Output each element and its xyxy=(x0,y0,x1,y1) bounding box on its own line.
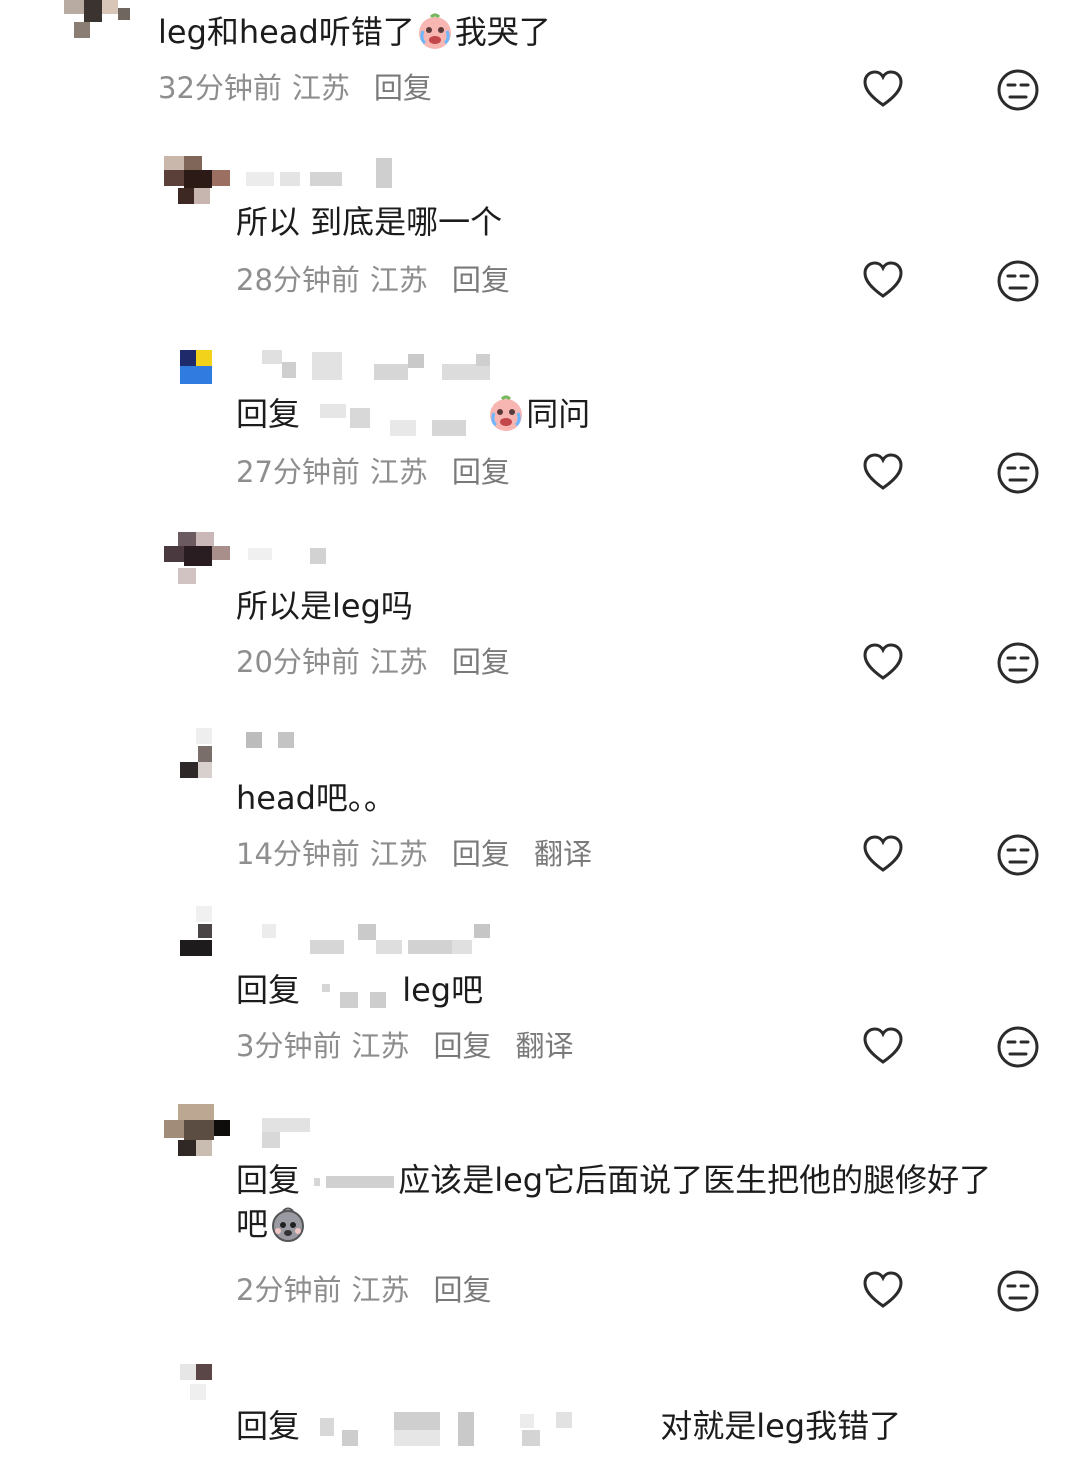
location: 江苏 xyxy=(351,1273,410,1307)
username-redacted xyxy=(236,158,416,192)
reply-button[interactable]: 回复 xyxy=(452,263,510,297)
reply-button[interactable]: 回复 xyxy=(433,1029,491,1063)
location: 江苏 xyxy=(369,263,428,297)
location: 江苏 xyxy=(369,645,428,679)
translate-button[interactable]: 翻译 xyxy=(515,1029,573,1063)
username-redacted xyxy=(244,728,304,762)
reply-button[interactable]: 回复 xyxy=(374,71,432,105)
neutral-face-icon[interactable] xyxy=(996,1025,1040,1069)
neutral-face-icon[interactable] xyxy=(996,641,1040,685)
heart-outline-icon[interactable] xyxy=(861,259,905,303)
timestamp: 14分钟前 xyxy=(236,837,360,871)
neutral-face-icon[interactable] xyxy=(996,259,1040,303)
comment-meta: 28分钟前 江苏 回复 xyxy=(236,260,534,300)
username-redacted xyxy=(256,350,496,384)
comment-text: leg和head听错了 我哭了 xyxy=(158,13,551,51)
comment-meta: 32分钟前 江苏 回复 xyxy=(158,68,456,108)
heart-outline-icon[interactable] xyxy=(861,68,905,112)
heart-outline-icon[interactable] xyxy=(861,833,905,877)
avatar[interactable] xyxy=(180,350,214,386)
reply-button[interactable]: 回复 xyxy=(452,455,510,489)
heart-outline-icon[interactable] xyxy=(861,451,905,495)
comment-text: head吧。。 xyxy=(236,779,396,817)
comment-meta: 14分钟前 江苏 回复 翻译 xyxy=(236,834,616,874)
comment-meta: 3分钟前 江苏 回复 翻译 xyxy=(236,1026,598,1066)
reply-button[interactable]: 回复 xyxy=(452,645,510,679)
heart-outline-icon[interactable] xyxy=(861,1025,905,1069)
avatar[interactable] xyxy=(164,156,230,210)
timestamp: 32分钟前 xyxy=(158,71,282,105)
timestamp: 27分钟前 xyxy=(236,455,360,489)
comment-meta: 2分钟前 江苏 回复 xyxy=(236,1270,515,1310)
mentioned-user-redacted xyxy=(310,980,402,1008)
timestamp: 28分钟前 xyxy=(236,263,360,297)
neutral-face-icon[interactable] xyxy=(996,833,1040,877)
comment-text: 回复 对就是leg我错了 xyxy=(236,1407,902,1446)
avatar[interactable] xyxy=(180,906,214,958)
location: 江苏 xyxy=(369,837,428,871)
reply-button[interactable]: 回复 xyxy=(452,837,510,871)
location: 江苏 xyxy=(369,455,428,489)
username-redacted xyxy=(256,922,496,956)
username-redacted xyxy=(256,1118,316,1152)
reply-prefix: 回复 xyxy=(236,1161,301,1199)
username-redacted xyxy=(236,542,336,576)
timestamp: 2分钟前 xyxy=(236,1273,342,1307)
avatar[interactable] xyxy=(180,728,214,780)
comment-text: 所以是leg吗 xyxy=(236,587,413,625)
reply-prefix: 回复 xyxy=(236,1407,301,1445)
comment-meta: 27分钟前 江苏 回复 xyxy=(236,452,534,492)
heart-outline-icon[interactable] xyxy=(861,1269,905,1313)
mentioned-user-redacted xyxy=(310,1412,660,1446)
comment-text: 回复 同问 xyxy=(236,392,590,436)
avatar[interactable] xyxy=(64,0,130,40)
location: 江苏 xyxy=(351,1029,410,1063)
avatar[interactable] xyxy=(180,1364,214,1414)
neutral-face-icon[interactable] xyxy=(996,451,1040,495)
reply-prefix: 回复 xyxy=(236,395,301,433)
mentioned-user-redacted xyxy=(310,404,486,436)
timestamp: 3分钟前 xyxy=(236,1029,342,1063)
blushing-shy-emoji-icon xyxy=(272,1207,305,1242)
timestamp: 20分钟前 xyxy=(236,645,360,679)
location: 江苏 xyxy=(291,71,350,105)
heart-outline-icon[interactable] xyxy=(861,641,905,685)
comment-meta: 20分钟前 江苏 回复 xyxy=(236,642,534,682)
avatar[interactable] xyxy=(164,532,230,586)
neutral-face-icon[interactable] xyxy=(996,1269,1040,1313)
comment-text: 所以 到底是哪一个 xyxy=(236,203,503,241)
translate-button[interactable]: 翻译 xyxy=(534,837,592,871)
reply-button[interactable]: 回复 xyxy=(433,1273,491,1307)
avatar[interactable] xyxy=(164,1104,230,1158)
crying-emoji-icon xyxy=(418,13,451,49)
comment-text: 回复 leg吧 xyxy=(236,971,484,1009)
mentioned-user-redacted xyxy=(310,1170,398,1194)
neutral-face-icon[interactable] xyxy=(996,68,1040,112)
comment-text: 回复 应该是leg它后面说了医生把他的腿修好了 吧 xyxy=(236,1161,992,1243)
reply-prefix: 回复 xyxy=(236,971,301,1009)
crying-emoji-icon xyxy=(490,395,523,431)
